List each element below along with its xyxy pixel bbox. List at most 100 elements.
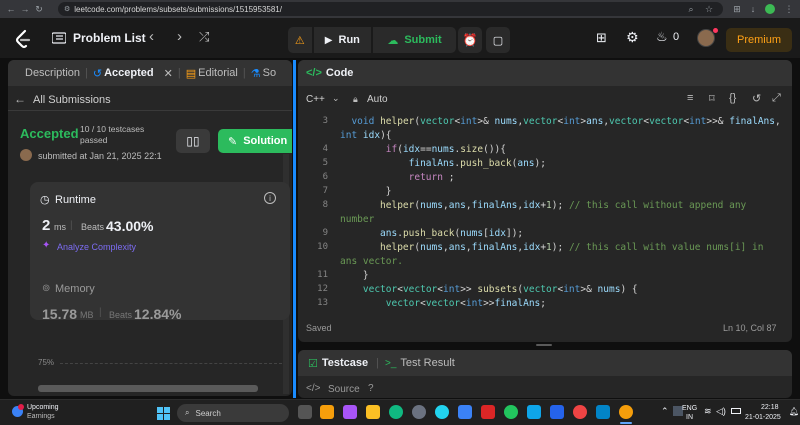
reload-icon[interactable]: ↻ [32, 4, 46, 15]
premium-button[interactable]: Premium [726, 28, 792, 52]
language-select[interactable]: C++ [306, 94, 325, 105]
chevron-down-icon[interactable]: ⌄ [332, 93, 340, 104]
chart-gridline [60, 363, 282, 364]
bookmark-icon[interactable]: ⌑ [709, 92, 715, 105]
timer-button[interactable]: ⏰ [458, 27, 482, 53]
vscode-icon[interactable] [527, 405, 541, 419]
tab-test-result[interactable]: Test Result [400, 357, 454, 369]
streak-fire-icon[interactable]: ♨ [656, 29, 668, 45]
solutions-icon: ⚗ [250, 67, 261, 80]
code-area[interactable]: 3 void helper(vector<int>& nums,vector<i… [298, 114, 792, 314]
url-text: leetcode.com/problems/subsets/submission… [74, 4, 282, 14]
clock-time[interactable]: 22:18 [761, 404, 779, 411]
avatar-right[interactable] [697, 29, 715, 47]
info-icon[interactable]: i [264, 192, 276, 204]
settings-app-icon[interactable] [412, 405, 426, 419]
wifi-icon[interactable]: ≋ [704, 406, 712, 417]
profile-avatar[interactable] [765, 4, 775, 14]
line-number: 9 [322, 228, 328, 238]
editorial-book-button[interactable]: ▯▯ [176, 129, 210, 153]
tray-chevron-icon[interactable]: ⌃ [661, 406, 669, 417]
problem-list-icon[interactable] [52, 32, 66, 44]
solution-button[interactable]: ✎ Solution [218, 129, 292, 153]
widget-subtitle: Earnings [27, 413, 55, 420]
tab-description[interactable]: Description [20, 67, 85, 79]
layout-icon[interactable]: ⊞ [596, 30, 607, 46]
active-app-indicator [620, 422, 632, 424]
line-number: 7 [322, 186, 328, 196]
run-button[interactable]: ▶ Run [313, 27, 371, 53]
mail-icon[interactable] [596, 405, 610, 419]
download-icon[interactable]: ↓ [746, 4, 760, 14]
braces-icon[interactable]: {} [729, 92, 736, 104]
forward-icon[interactable]: → [18, 4, 32, 14]
widget-title[interactable]: Upcoming [27, 404, 59, 411]
settings-icon[interactable]: ⚙ [626, 29, 639, 46]
back-icon[interactable]: ← [4, 4, 18, 14]
saved-status: Saved [306, 323, 332, 333]
tab-editorial[interactable]: Editorial [198, 67, 243, 79]
volume-icon[interactable]: ◁) [716, 406, 726, 417]
format-icon[interactable]: ≡ [687, 92, 693, 104]
memory-icon: ⊚ [42, 283, 51, 294]
reset-icon[interactable]: ↺ [752, 92, 761, 105]
edge-beta-icon[interactable] [435, 405, 449, 419]
back-arrow-icon[interactable]: ← [14, 92, 26, 106]
horizontal-scrollbar[interactable] [38, 385, 258, 392]
submitted-time: submitted at Jan 21, 2025 22:1 [38, 151, 162, 161]
tab-testcase[interactable]: Testcase [322, 357, 368, 369]
auto-mode[interactable]: Auto [367, 94, 388, 105]
testcases-count: 10 / 10 testcases [80, 124, 145, 134]
tab-accepted[interactable]: Accepted [104, 67, 159, 79]
leetcode-logo-icon[interactable] [14, 29, 32, 49]
address-bar[interactable]: ⚙ leetcode.com/problems/subsets/submissi… [58, 2, 723, 16]
problem-list-link[interactable]: Problem List [73, 31, 146, 45]
fullscreen-icon[interactable]: ⤢ [772, 92, 781, 105]
play-icon: ▶ [324, 34, 333, 46]
edge-icon[interactable] [389, 405, 403, 419]
horizontal-splitter-handle[interactable] [536, 344, 552, 346]
taskbar-search[interactable]: ⌕ Search [177, 404, 289, 422]
help-icon[interactable]: ? [368, 383, 374, 394]
submit-button[interactable]: ☁ Submit [373, 27, 456, 53]
windows-taskbar: Upcoming Earnings ⌕ Search ⌃ ENG IN ≋ ◁)… [0, 399, 800, 425]
line-number: 3 [322, 116, 328, 126]
chrome-icon[interactable] [573, 405, 587, 419]
debugger-button[interactable]: ⚠ [288, 27, 312, 53]
extensions-icon[interactable]: ⊞ [730, 4, 744, 15]
weather-badge [18, 404, 24, 410]
battery-icon[interactable] [731, 408, 741, 414]
notes-button[interactable]: ▢ [486, 27, 510, 53]
task-view-icon[interactable] [298, 405, 312, 419]
line-number: 11 [317, 270, 328, 280]
mcafee-icon[interactable] [481, 405, 495, 419]
next-problem-icon[interactable]: › [177, 28, 182, 45]
sparkle-icon: ✦ [42, 240, 51, 251]
code-line: if(idx==nums.size()){ [385, 144, 506, 155]
notification-bell-icon[interactable]: 🔔︎ [789, 407, 799, 416]
bookmark-star-icon[interactable]: ☆ [702, 4, 716, 15]
close-tab-icon[interactable]: ✕ [159, 67, 178, 80]
code-line: helper(nums,ans,finalAns,idx+1); // this… [380, 242, 764, 253]
tab-solutions[interactable]: So [263, 67, 281, 79]
shuffle-icon[interactable]: ⤮ [199, 29, 209, 45]
windows-start-icon[interactable] [157, 407, 170, 420]
file-explorer-icon[interactable] [366, 405, 380, 419]
all-submissions-link[interactable]: All Submissions [33, 94, 111, 106]
history-icon: ↺ [92, 67, 103, 80]
zoom-icon[interactable]: ⌕ [684, 4, 698, 15]
site-info-icon[interactable]: ⚙ [64, 5, 70, 13]
prev-problem-icon[interactable]: ‹ [149, 28, 154, 45]
whatsapp-icon[interactable] [504, 405, 518, 419]
copilot-icon[interactable] [343, 405, 357, 419]
browser-menu-icon[interactable]: ⋮ [782, 4, 796, 15]
language-top[interactable]: ENG [682, 405, 697, 412]
analyze-complexity-link[interactable]: Analyze Complexity [57, 242, 136, 252]
panel-splitter[interactable] [293, 60, 296, 398]
browser-app-icon[interactable] [320, 405, 334, 419]
beats-divider: | [70, 220, 73, 231]
word-icon[interactable] [550, 405, 564, 419]
chrome-active-icon[interactable] [619, 405, 633, 419]
submit-label: Submit [404, 34, 442, 46]
store-icon[interactable] [458, 405, 472, 419]
